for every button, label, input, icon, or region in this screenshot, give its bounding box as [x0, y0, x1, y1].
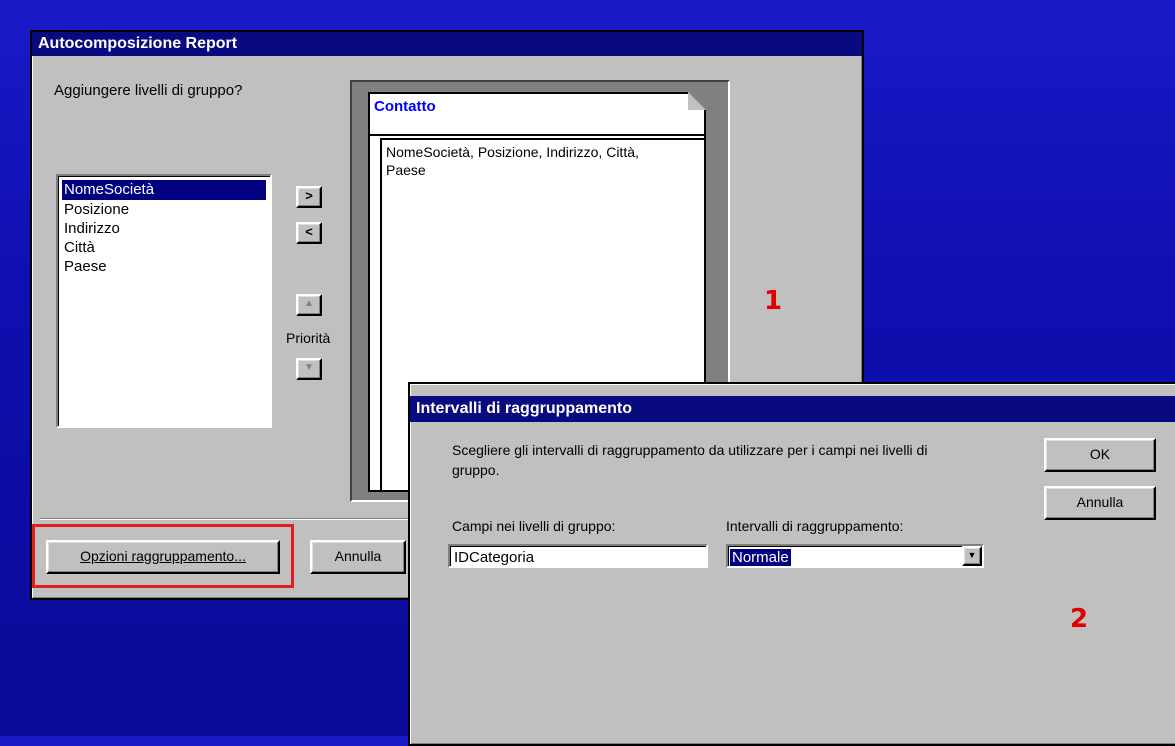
priority-label: Priorità	[286, 330, 331, 346]
priority-down-button[interactable]: ▼	[296, 358, 322, 380]
intervals-select[interactable]: Normale ▼	[726, 544, 984, 568]
remove-field-button[interactable]: <	[296, 222, 322, 244]
group-fields-label: Campi nei livelli di gruppo:	[452, 518, 616, 534]
preview-header-border	[370, 134, 704, 136]
grouping-instructions-line1: Scegliere gli intervalli di raggruppamen…	[452, 442, 928, 458]
list-item[interactable]: NomeSocietà	[61, 179, 267, 201]
grouping-intervals-dialog: Intervalli di raggruppamento Scegliere g…	[408, 382, 1175, 746]
grouping-instructions-line2: gruppo.	[452, 462, 500, 478]
dropdown-arrow-button[interactable]: ▼	[962, 546, 982, 566]
options-highlight-box	[32, 524, 294, 588]
list-item[interactable]: Città	[62, 238, 97, 258]
intervals-label: Intervalli di raggruppamento:	[726, 518, 904, 534]
wizard-cancel-button[interactable]: Annulla	[310, 540, 406, 574]
preview-group-header: Contatto	[374, 98, 436, 115]
add-field-button[interactable]: >	[296, 186, 322, 208]
priority-up-button[interactable]: ▲	[296, 294, 322, 316]
preview-fields-line1: NomeSocietà, Posizione, Indirizzo, Città…	[386, 144, 639, 160]
annotation-2: 2	[1070, 604, 1089, 634]
list-item[interactable]: Indirizzo	[62, 219, 122, 239]
group-field-input[interactable]: IDCategoria	[448, 544, 708, 568]
fields-listbox[interactable]: NomeSocietà Posizione Indirizzo Città Pa…	[56, 174, 272, 428]
grouping-dialog-title: Intervalli di raggruppamento	[410, 396, 1175, 422]
intervals-select-value: Normale	[730, 549, 791, 566]
wizard-title: Autocomposizione Report	[32, 32, 862, 56]
annotation-1: 1	[764, 286, 783, 316]
grouping-cancel-button[interactable]: Annulla	[1044, 486, 1156, 520]
page-fold-corner	[688, 92, 706, 110]
list-item[interactable]: Paese	[62, 257, 109, 277]
list-item[interactable]: Posizione	[62, 200, 131, 220]
ok-button[interactable]: OK	[1044, 438, 1156, 472]
preview-fields-line2: Paese	[386, 162, 426, 178]
group-question-label: Aggiungere livelli di gruppo?	[54, 82, 243, 99]
